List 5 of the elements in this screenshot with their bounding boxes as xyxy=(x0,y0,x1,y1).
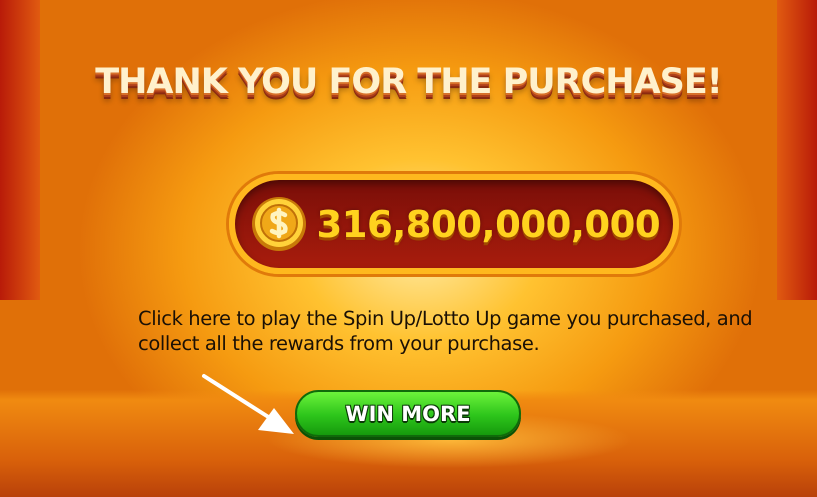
title: THANK YOU FOR THE PURCHASE! xyxy=(95,62,722,102)
dollar-coin-icon xyxy=(250,196,306,252)
win-more-button[interactable]: WIN MORE xyxy=(295,390,521,437)
instruction-text: Click here to play the Spin Up/Lotto Up game you purchased, and collect all the rewards from your purchase. xyxy=(138,306,754,356)
coin-amount: 316,800,000,000 xyxy=(316,202,660,246)
